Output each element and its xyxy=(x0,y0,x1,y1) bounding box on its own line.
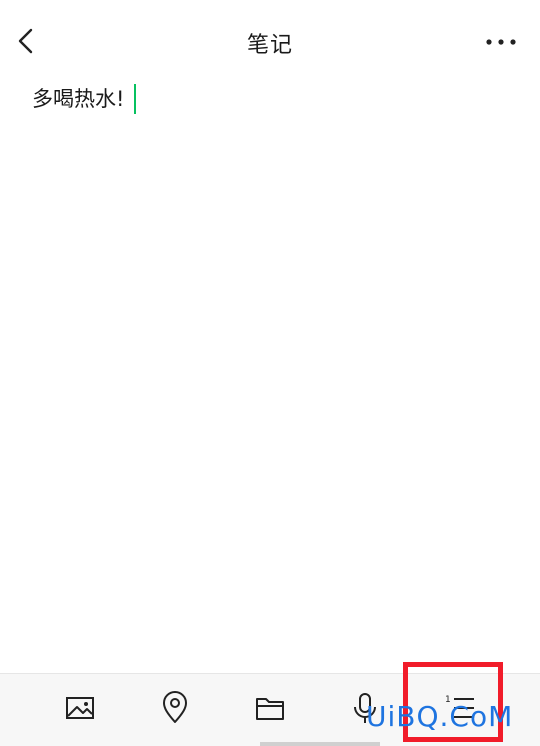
more-horizontal-icon xyxy=(486,39,516,45)
page-title: 笔记 xyxy=(246,33,293,58)
insert-file-button[interactable] xyxy=(250,688,290,728)
home-indicator xyxy=(260,742,380,746)
note-text: 多喝热水! xyxy=(32,87,125,111)
text-caret xyxy=(134,84,137,114)
watermark: UiBQ.CoM xyxy=(366,700,514,733)
more-button[interactable] xyxy=(484,28,518,56)
insert-location-button[interactable] xyxy=(155,688,195,728)
header-bar: 笔记 xyxy=(0,0,540,82)
folder-icon xyxy=(256,698,284,720)
location-pin-icon xyxy=(163,691,187,723)
notes-screen: 笔记 多喝热水! 1 UiBQ.CoM xyxy=(0,0,540,746)
insert-image-button[interactable] xyxy=(60,688,100,728)
note-editor[interactable]: 多喝热水! xyxy=(32,84,512,664)
image-icon xyxy=(66,697,94,719)
